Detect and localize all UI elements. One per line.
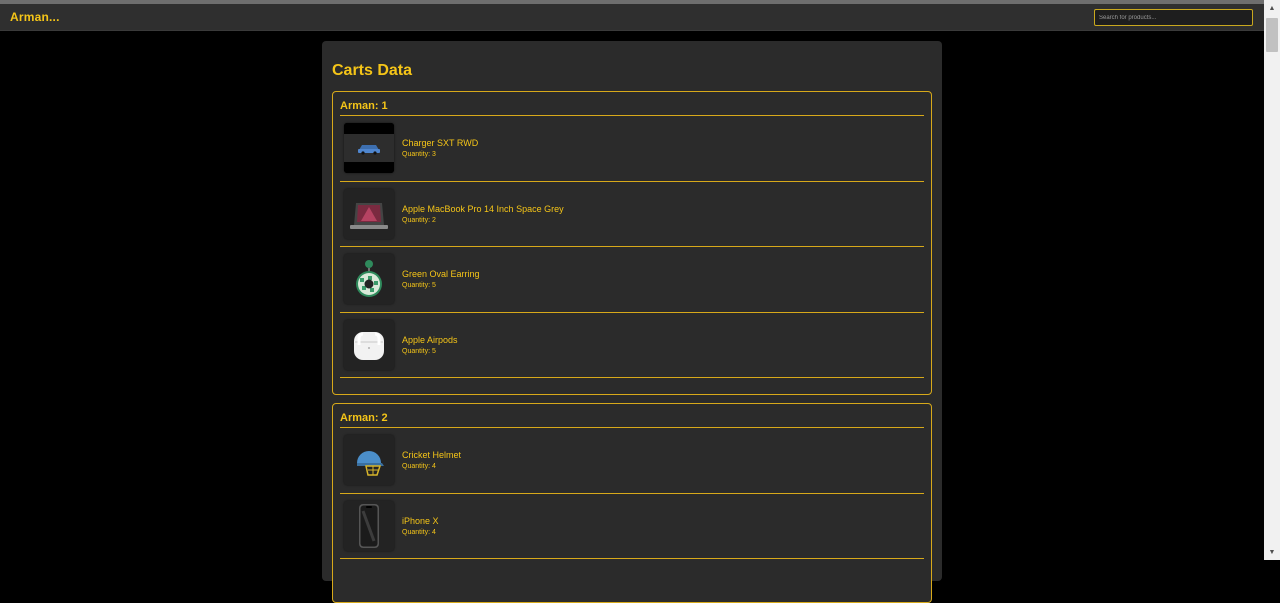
phone-image — [344, 500, 394, 551]
item-name[interactable]: Apple MacBook Pro 14 Inch Space Grey — [402, 204, 564, 214]
navbar: Arman... — [0, 4, 1264, 31]
scrollbar-thumb[interactable] — [1266, 18, 1278, 52]
list-item[interactable]: Apple MacBook Pro 14 Inch Space Grey Qua… — [340, 182, 924, 247]
cart-card: Arman: 1 Charger SXT RWD Quantity: 3 App… — [332, 91, 932, 395]
list-item[interactable]: Apple Airpods Quantity: 5 — [340, 313, 924, 378]
car-image — [344, 123, 394, 174]
brand-logo[interactable]: Arman... — [10, 10, 60, 24]
page-title: Carts Data — [332, 62, 413, 79]
airpods-image — [344, 319, 394, 370]
scroll-up-arrow-icon[interactable]: ▲ — [1264, 0, 1280, 16]
cart-title: Arman: 2 — [340, 404, 924, 428]
item-quantity: Quantity: 5 — [402, 282, 436, 290]
list-item[interactable]: Charger SXT RWD Quantity: 3 — [340, 116, 924, 182]
list-item[interactable]: iPhone X Quantity: 4 — [340, 494, 924, 559]
laptop-image — [344, 188, 394, 239]
item-name[interactable]: Cricket Helmet — [402, 450, 461, 460]
item-quantity: Quantity: 4 — [402, 463, 436, 471]
item-name[interactable]: iPhone X — [402, 516, 439, 526]
cart-card: Arman: 2 Cricket Helmet Quantity: 4 iPho… — [332, 403, 932, 603]
page-scrollbar[interactable]: ▲ ▼ — [1264, 0, 1280, 560]
helmet-image — [344, 435, 394, 486]
list-item[interactable]: Cricket Helmet Quantity: 4 — [340, 428, 924, 494]
earring-image — [344, 254, 394, 305]
item-quantity: Quantity: 5 — [402, 347, 436, 355]
item-name[interactable]: Charger SXT RWD — [402, 138, 478, 148]
item-name[interactable]: Apple Airpods — [402, 335, 458, 345]
item-name[interactable]: Green Oval Earring — [402, 269, 480, 279]
item-quantity: Quantity: 3 — [402, 151, 436, 159]
list-item[interactable]: Green Oval Earring Quantity: 5 — [340, 247, 924, 313]
search-input[interactable] — [1094, 9, 1253, 26]
scroll-down-arrow-icon[interactable]: ▼ — [1264, 544, 1280, 560]
cart-title: Arman: 1 — [340, 92, 924, 116]
item-quantity: Quantity: 2 — [402, 216, 436, 224]
item-quantity: Quantity: 4 — [402, 528, 436, 536]
carts-panel: Carts Data Arman: 1 Charger SXT RWD Quan… — [322, 41, 942, 603]
